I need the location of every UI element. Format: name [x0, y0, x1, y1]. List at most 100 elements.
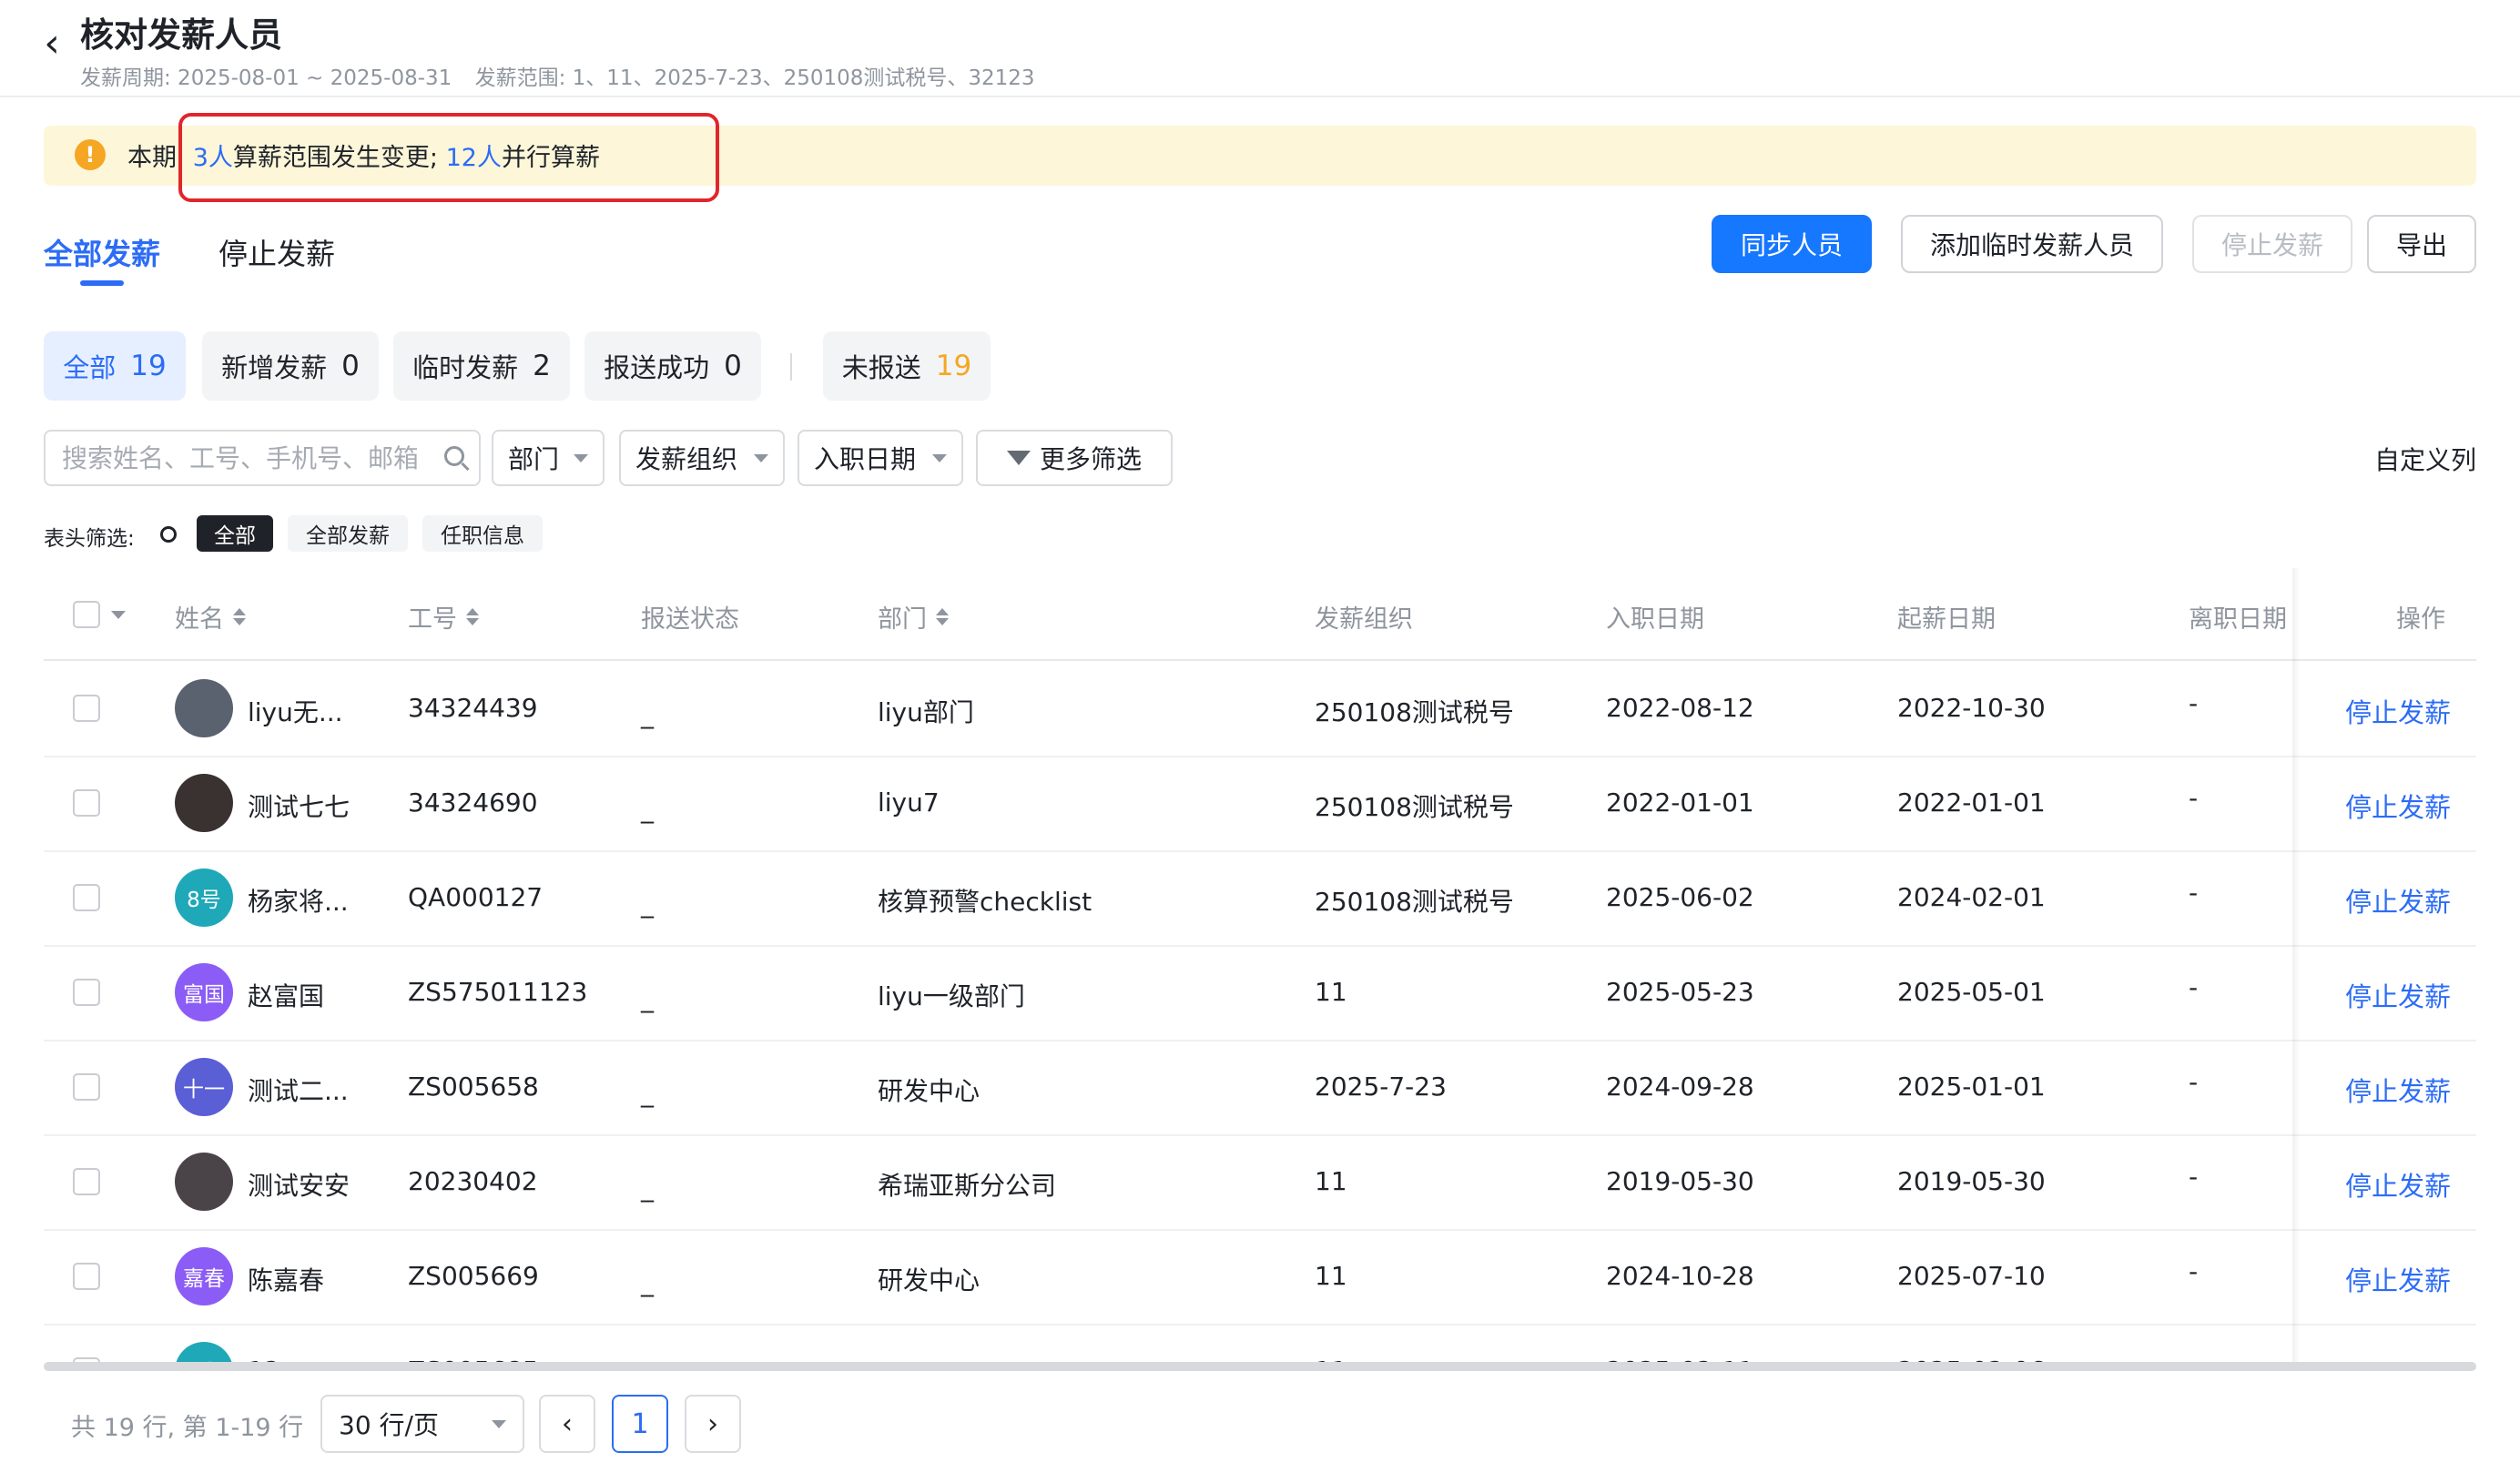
chip-report-success[interactable]: 报送成功 0	[584, 331, 761, 401]
sort-icon[interactable]	[936, 608, 949, 625]
header-filter-all[interactable]: 全部	[197, 515, 273, 552]
chevron-down-icon	[932, 453, 947, 462]
more-filters-button[interactable]: 更多筛选	[976, 430, 1173, 486]
report-status: _	[641, 889, 654, 919]
leave-date: -	[2189, 783, 2199, 813]
employee-id: ZS005669	[408, 1261, 539, 1291]
tab-all-pay[interactable]: 全部发薪	[44, 231, 160, 273]
hire-date: 2019-05-30	[1606, 1166, 1754, 1196]
search-icon[interactable]	[160, 526, 177, 543]
tab-stop-pay[interactable]: 停止发薪	[218, 231, 335, 273]
employee-id: 34324690	[408, 787, 538, 818]
row-checkbox[interactable]	[73, 789, 100, 817]
notice-prefix: 本期:	[127, 144, 186, 172]
chip-separator	[790, 353, 792, 381]
pay-org: 11	[1315, 1261, 1347, 1291]
org-dropdown-label: 发薪组织	[635, 444, 738, 474]
employee-name[interactable]: 测试二...	[248, 1072, 349, 1108]
report-status: _	[641, 1078, 654, 1108]
hire-date-dropdown-label: 入职日期	[814, 444, 917, 474]
chevron-down-icon[interactable]	[111, 610, 126, 619]
avatar: 富国	[175, 963, 233, 1021]
chip-new-pay[interactable]: 新增发薪 0	[202, 331, 379, 401]
horizontal-scrollbar[interactable]	[44, 1362, 2476, 1371]
leave-date: -	[2189, 1162, 2199, 1192]
avatar	[175, 774, 233, 832]
chip-temp-pay[interactable]: 临时发薪 2	[393, 331, 570, 401]
leave-date: -	[2189, 1256, 2199, 1286]
leave-date: -	[2189, 688, 2199, 718]
stop-pay-link[interactable]: 停止发薪	[2345, 881, 2451, 919]
search-icon[interactable]	[444, 446, 464, 466]
start-date: 2025-05-01	[1897, 977, 2046, 1007]
employee-name[interactable]: liyu无...	[248, 693, 343, 729]
leave-date: -	[2189, 1067, 2199, 1097]
row-checkbox[interactable]	[73, 979, 100, 1006]
org-dropdown[interactable]: 发薪组织	[619, 430, 785, 486]
col-id[interactable]: 工号	[408, 599, 479, 635]
select-all-checkbox[interactable]	[73, 601, 100, 628]
page-size-select[interactable]: 30 行/页	[320, 1395, 524, 1453]
header-filter-job-info[interactable]: 任职信息	[422, 515, 543, 552]
row-checkbox[interactable]	[73, 1168, 100, 1195]
custom-columns-link[interactable]: 自定义列	[2374, 441, 2476, 477]
col-name-label: 姓名	[175, 605, 224, 634]
employee-name[interactable]: 赵富国	[248, 977, 324, 1013]
stop-pay-button[interactable]: 停止发薪	[2192, 215, 2352, 273]
start-date: 2022-01-01	[1897, 787, 2046, 818]
sync-staff-button[interactable]: 同步人员	[1712, 215, 1872, 273]
stop-pay-link[interactable]: 停止发薪	[2345, 692, 2451, 730]
chip-label: 临时发薪	[412, 352, 519, 383]
stop-pay-link[interactable]: 停止发薪	[2345, 1071, 2451, 1109]
row-divider	[44, 1324, 2476, 1326]
hire-date: 2022-08-12	[1606, 693, 1754, 723]
highlight-box	[178, 113, 719, 202]
row-checkbox[interactable]	[73, 1263, 100, 1290]
page-size-label: 30 行/页	[339, 1410, 439, 1440]
row-divider	[44, 1229, 2476, 1231]
row-checkbox[interactable]	[73, 884, 100, 911]
stop-pay-link[interactable]: 停止发薪	[2345, 787, 2451, 825]
employee-name[interactable]: 陈嘉春	[248, 1261, 324, 1297]
sort-icon[interactable]	[466, 608, 479, 625]
prev-page-button[interactable]: ‹	[539, 1395, 595, 1453]
add-temp-staff-button[interactable]: 添加临时发薪人员	[1901, 215, 2163, 273]
row-checkbox[interactable]	[73, 695, 100, 722]
hire-date: 2024-10-28	[1606, 1261, 1754, 1291]
hire-date-dropdown[interactable]: 入职日期	[798, 430, 963, 486]
pay-info: 发薪周期: 2025-08-01 ~ 2025-08-31 发薪范围: 1、11…	[80, 60, 1052, 91]
dept-dropdown[interactable]: 部门	[492, 430, 605, 486]
search-input[interactable]	[62, 442, 417, 473]
select-all[interactable]	[73, 601, 126, 628]
hire-date: 2024-09-28	[1606, 1072, 1754, 1102]
page-1-button[interactable]: 1	[612, 1395, 668, 1453]
page-title: 核对发薪人员	[80, 15, 282, 55]
chip-label: 报送成功	[604, 352, 710, 383]
avatar: 十一	[175, 1058, 233, 1116]
chip-count: 0	[724, 350, 742, 382]
employee-name[interactable]: 测试安安	[248, 1166, 350, 1203]
search-box[interactable]	[44, 430, 481, 486]
col-report-status: 报送状态	[641, 605, 739, 634]
employee-name[interactable]: 测试七七	[248, 787, 350, 824]
chip-count: 0	[341, 350, 360, 382]
next-page-button[interactable]: ›	[685, 1395, 741, 1453]
col-hire-date: 入职日期	[1606, 605, 1704, 634]
back-icon[interactable]: ‹	[36, 20, 67, 66]
row-checkbox[interactable]	[73, 1073, 100, 1101]
avatar	[175, 679, 233, 737]
header-filter-all-pay[interactable]: 全部发薪	[288, 515, 408, 552]
sort-icon[interactable]	[233, 608, 246, 625]
stop-pay-link[interactable]: 停止发薪	[2345, 976, 2451, 1014]
chip-not-reported[interactable]: 未报送 19	[823, 331, 991, 401]
export-button[interactable]: 导出	[2367, 215, 2476, 273]
pay-org: 2025-7-23	[1315, 1072, 1447, 1102]
employee-id: 34324439	[408, 693, 538, 723]
stop-pay-link[interactable]: 停止发薪	[2345, 1260, 2451, 1298]
chip-all[interactable]: 全部 19	[44, 331, 186, 401]
department: 研发中心	[878, 1076, 981, 1106]
employee-name[interactable]: 杨家将...	[248, 882, 349, 919]
col-name[interactable]: 姓名	[175, 599, 246, 635]
col-dept[interactable]: 部门	[878, 599, 949, 635]
stop-pay-link[interactable]: 停止发薪	[2345, 1165, 2451, 1204]
